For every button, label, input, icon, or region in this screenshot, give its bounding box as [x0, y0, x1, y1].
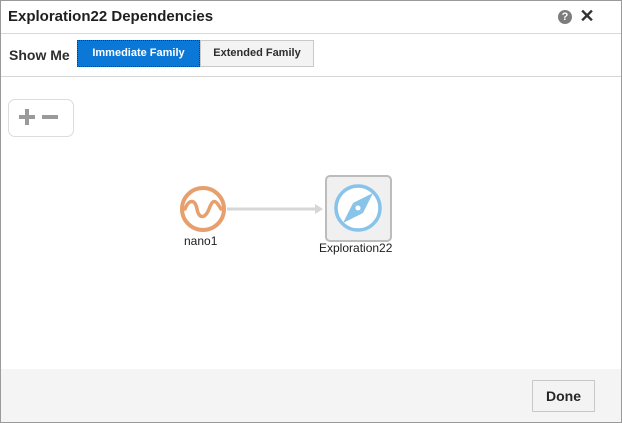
nano1-label: nano1: [184, 234, 218, 248]
done-button[interactable]: Done: [532, 380, 595, 412]
graph-layer: [180, 175, 392, 242]
dependency-graph-canvas[interactable]: nano1 Exploration22: [1, 77, 621, 369]
show-me-toolbar: Show Me Immediate Family Extended Family: [1, 34, 621, 77]
dependency-edge: [227, 204, 323, 214]
close-icon[interactable]: ✕: [579, 7, 595, 25]
dialog-footer: Done: [1, 369, 621, 422]
help-icon[interactable]: ?: [558, 10, 572, 24]
show-me-label: Show Me: [9, 47, 70, 63]
exploration22-node[interactable]: [325, 175, 392, 242]
dialog-title: Exploration22 Dependencies: [8, 8, 214, 25]
dependencies-dialog: Exploration22 Dependencies ? ✕ Show Me I…: [0, 0, 622, 423]
exploration22-label: Exploration22: [319, 241, 393, 255]
dialog-titlebar: Exploration22 Dependencies ? ✕: [1, 1, 621, 34]
immediate-family-button[interactable]: Immediate Family: [77, 40, 200, 67]
extended-family-button[interactable]: Extended Family: [200, 40, 314, 67]
nano1-node[interactable]: [180, 186, 226, 232]
